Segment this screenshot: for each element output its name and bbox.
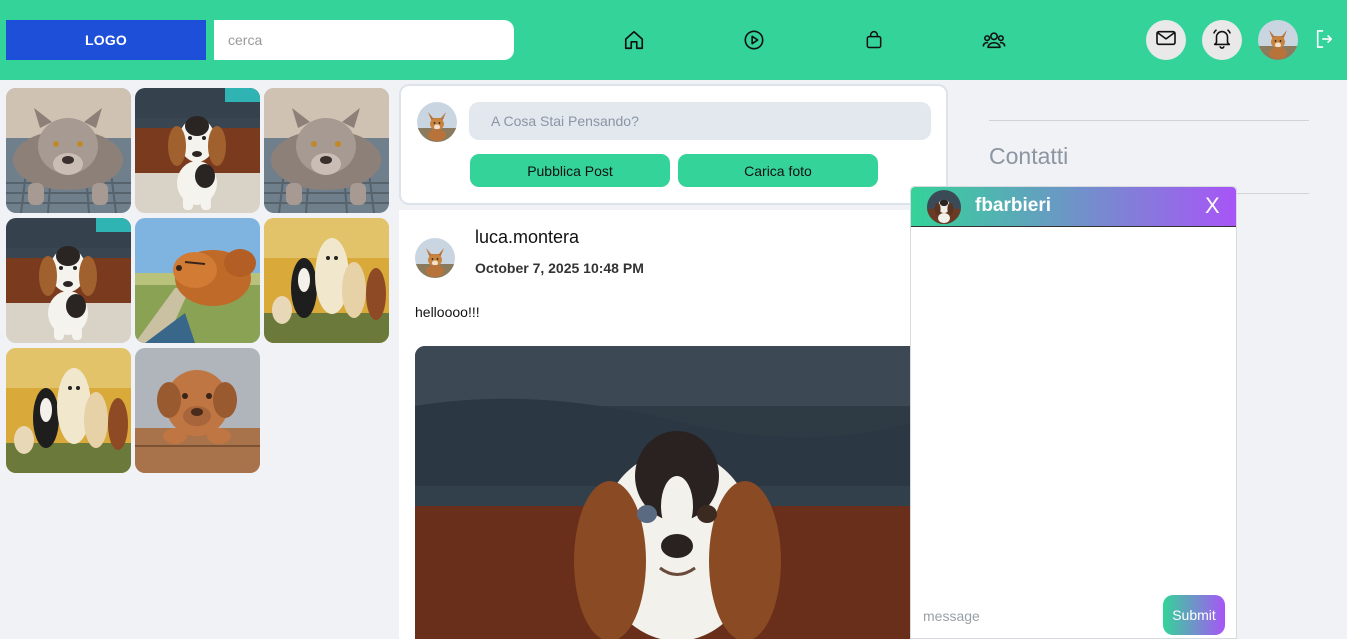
gallery-photo[interactable] [135, 88, 260, 213]
gallery-photo[interactable] [264, 218, 389, 343]
avatar [927, 190, 961, 224]
mail-icon [1155, 29, 1177, 52]
chat-submit-button[interactable]: Submit [1163, 595, 1225, 635]
gallery-photo[interactable] [6, 88, 131, 213]
top-navbar: LOGO [0, 0, 1347, 80]
gallery-photo[interactable] [135, 348, 260, 473]
home-icon[interactable] [622, 28, 646, 52]
chat-header: fbarbieri X [911, 187, 1236, 227]
chat-message-input[interactable] [919, 605, 1159, 627]
publish-post-button[interactable]: Pubblica Post [470, 154, 670, 187]
gallery-photo[interactable] [6, 348, 131, 473]
user-avatar[interactable] [1258, 20, 1298, 60]
photo-gallery [6, 88, 392, 473]
avatar [417, 102, 457, 142]
post-date: October 7, 2025 10:48 PM [475, 260, 644, 276]
search-input[interactable] [214, 20, 514, 60]
logout-icon[interactable] [1315, 29, 1337, 51]
chat-username: fbarbieri [975, 195, 1052, 216]
post-username[interactable]: luca.montera [475, 227, 579, 248]
gallery-photo[interactable] [135, 218, 260, 343]
gallery-photo[interactable] [264, 88, 389, 213]
groups-icon[interactable] [982, 28, 1006, 52]
chat-window: fbarbieri X Submit [910, 186, 1237, 639]
upload-photo-button[interactable]: Carica foto [678, 154, 878, 187]
gallery-photo[interactable] [6, 218, 131, 343]
post-card: luca.montera October 7, 2025 10:48 PM he… [399, 210, 948, 639]
post-text: helloooo!!! [415, 304, 480, 320]
notifications-button[interactable] [1202, 20, 1242, 60]
avatar[interactable] [415, 238, 455, 278]
divider [989, 120, 1309, 121]
post-composer: Pubblica Post Carica foto [401, 86, 946, 203]
bell-icon [1211, 27, 1233, 54]
logo[interactable]: LOGO [6, 20, 206, 60]
close-chat-button[interactable]: X [1205, 193, 1220, 219]
post-image[interactable] [415, 346, 935, 639]
messages-button[interactable] [1146, 20, 1186, 60]
contacts-title: Contatti [989, 143, 1069, 169]
post-text-input[interactable] [469, 102, 931, 140]
shopping-bag-icon[interactable] [862, 28, 886, 52]
play-icon[interactable] [742, 28, 766, 52]
